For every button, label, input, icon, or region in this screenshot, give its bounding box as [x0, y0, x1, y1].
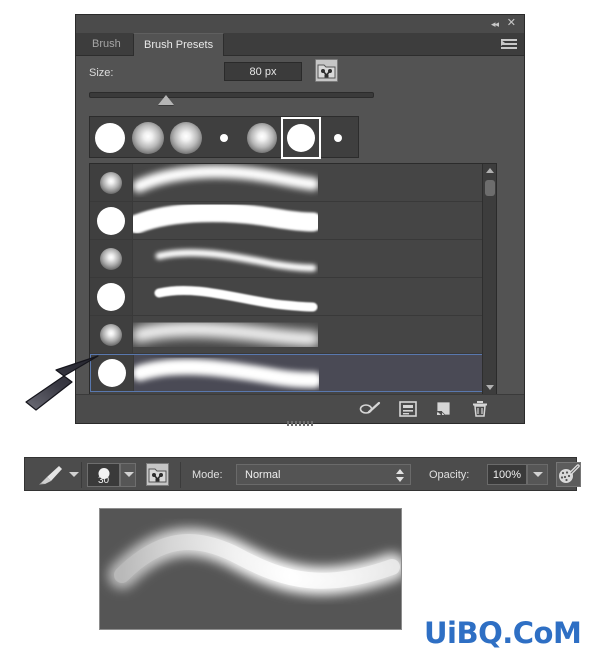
brush-preset-thumbnail: [91, 355, 134, 391]
scrollbar-thumb[interactable]: [485, 180, 495, 196]
brush-tool-icon[interactable]: [37, 465, 63, 485]
tip-soft-round-large[interactable]: [129, 118, 167, 158]
canvas-stroke: [108, 528, 401, 595]
brush-preset-row[interactable]: [90, 164, 496, 202]
brush-preset-stroke: [133, 240, 318, 277]
close-icon[interactable]: ✕: [507, 18, 516, 29]
tool-options-bar: 30 Mode: Normal Opacity: 100%: [24, 457, 581, 491]
grip-bar: [310, 421, 313, 426]
open-preset-manager-icon[interactable]: [398, 400, 418, 418]
opacity-label: Opacity:: [429, 469, 470, 481]
mode-label: Mode:: [192, 469, 223, 481]
brush-preset-thumbnail: [90, 202, 133, 239]
size-input[interactable]: 80 px: [224, 62, 302, 81]
tab-brush-presets[interactable]: Brush Presets: [133, 33, 225, 56]
brush-tip-thumbnail: [132, 122, 164, 154]
scroll-down-arrow-icon[interactable]: [486, 385, 494, 390]
preset-hard-round-4-thumb: [97, 282, 125, 311]
tip-hard-round-small[interactable]: [205, 118, 243, 158]
grip-bar: [306, 421, 309, 426]
tip-hard-round-selected[interactable]: [281, 117, 321, 159]
brush-preset-row[interactable]: [90, 316, 496, 354]
double-left-arrow-icon[interactable]: ◂◂: [491, 18, 499, 30]
brush-tip-thumbnail: [170, 122, 202, 154]
brush-preset-stroke: [133, 164, 318, 201]
menu-line-3: [501, 47, 517, 49]
brush-preset-row[interactable]: [90, 354, 496, 392]
size-slider-thumb[interactable]: [158, 95, 174, 105]
tip-soft-round-medium-2[interactable]: [243, 118, 281, 158]
brush-preset-row[interactable]: [90, 240, 496, 278]
brush-preset-thumbnail: [90, 164, 133, 201]
grip-bar: [302, 421, 305, 426]
chevron-down-icon[interactable]: [69, 472, 79, 477]
brush-tip-thumbnail: [287, 124, 315, 152]
create-new-brush-icon[interactable]: [434, 400, 454, 418]
brush-preset-stroke: [133, 202, 318, 239]
airbrush-icon[interactable]: [556, 462, 581, 487]
preset-list-scrollbar[interactable]: [482, 164, 496, 394]
opacity-dropdown-button[interactable]: [527, 464, 548, 485]
brush-preset-list[interactable]: [89, 163, 497, 395]
resize-grip-icon[interactable]: [286, 417, 323, 426]
grip-bar: [290, 421, 293, 426]
chevron-down-icon: [124, 472, 134, 477]
preset-soft-round-5-thumb: [100, 323, 122, 346]
spinner-up: [396, 469, 404, 474]
spinner-down: [396, 477, 404, 482]
grip-bar: [286, 421, 289, 426]
brush-stroke-preview: [99, 508, 402, 630]
brush-size-value: 30: [97, 475, 110, 486]
scroll-up-arrow-icon[interactable]: [486, 168, 494, 173]
tip-hard-round-tiny[interactable]: [319, 118, 357, 158]
grip-bar: [294, 421, 297, 426]
panel-titlebar: ◂◂ ✕: [76, 15, 524, 33]
spinner-up-down-icon[interactable]: [396, 469, 405, 482]
panel-tab-strip: Brush Brush Presets: [76, 33, 524, 56]
brush-preset-thumbnail: [90, 240, 133, 277]
brush-preset-stroke: [133, 316, 318, 353]
opacity-input[interactable]: 100%: [487, 464, 527, 485]
brush-preset-stroke: [133, 278, 318, 315]
tip-hard-round-large[interactable]: [91, 118, 129, 158]
preset-soft-round-1-thumb: [100, 171, 122, 194]
brush-preset-row[interactable]: [90, 202, 496, 240]
tablet-pressure-icon[interactable]: [146, 463, 169, 486]
brush-tip-strip: [89, 116, 359, 159]
brush-preset-thumbnail: [90, 316, 133, 353]
chevron-down-icon: [533, 472, 543, 477]
preset-soft-round-3-thumb: [100, 247, 122, 270]
preset-hard-round-2-thumb: [97, 206, 125, 235]
size-label: Size:: [89, 67, 114, 79]
tablet-pressure-icon[interactable]: [315, 59, 338, 82]
preset-soft-round-6-thumb: [98, 359, 126, 387]
brush-tip-thumbnail: [334, 134, 342, 142]
brush-preset-row[interactable]: [90, 278, 496, 316]
size-slider-track[interactable]: [89, 92, 374, 98]
watermark-text: UiBQ.CoM: [424, 616, 582, 650]
brush-tip-thumbnail: [95, 123, 125, 153]
tab-brush[interactable]: Brush: [82, 33, 131, 55]
blend-mode-select[interactable]: Normal: [236, 464, 411, 485]
brush-preset-stroke: [134, 355, 319, 391]
brush-presets-panel: ◂◂ ✕ Brush Brush Presets Size: 80 px: [75, 14, 525, 426]
brush-size-preview[interactable]: 30: [87, 463, 120, 487]
brush-preset-picker-button[interactable]: [120, 463, 136, 487]
panel-footer: [76, 394, 524, 426]
panel-menu-icon[interactable]: [501, 39, 517, 50]
toggle-brush-preview-icon[interactable]: [359, 400, 381, 418]
brush-preset-thumbnail: [90, 278, 133, 315]
brush-tip-thumbnail: [220, 134, 228, 142]
grip-bar: [298, 421, 301, 426]
delete-brush-icon[interactable]: [470, 400, 490, 418]
panel-menu-caret: [501, 40, 505, 46]
brush-tip-thumbnail: [247, 123, 277, 153]
tip-soft-round-medium[interactable]: [167, 118, 205, 158]
